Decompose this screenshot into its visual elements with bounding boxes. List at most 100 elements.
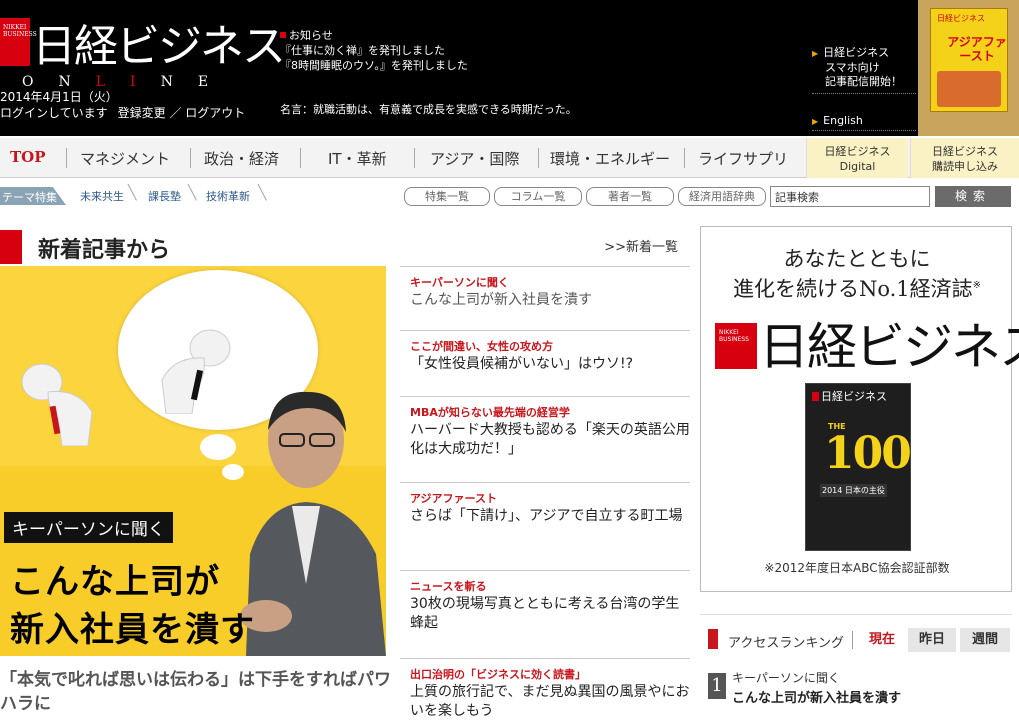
theme-link[interactable]: 未来共生 <box>80 188 124 204</box>
feature-list-button[interactable]: 特集一覧 <box>404 187 490 206</box>
bowing-figure <box>21 363 93 446</box>
magazine-ad[interactable]: あなたとともに 進化を続けるNo.1経済誌※ NIKKEI BUSINESS 日… <box>700 226 1019 592</box>
section-title: 新着記事から <box>38 238 171 263</box>
section-marker <box>0 230 22 264</box>
nav-management[interactable]: マネジメント <box>80 148 170 169</box>
ad-logo-mark-text: NIKKEI BUSINESS <box>719 329 749 343</box>
article-item[interactable]: MBAが知らない最先端の経営学 ハーバード大教授も認める「楽天の英語公用化は大成… <box>400 396 690 482</box>
notice-item[interactable]: 『8時間睡眠のウソ。』を発刊しました <box>280 58 468 73</box>
arrow-right-icon: ▶ <box>812 49 819 58</box>
subscribe-button[interactable]: 日経ビジネス 購読申し込み <box>910 138 1019 178</box>
article-title: さらば「下請け」、アジアで自立する町工場 <box>410 508 683 524</box>
nav-divider <box>684 148 685 168</box>
ad-copy: あなたとともに <box>783 247 931 271</box>
column-list-button[interactable]: コラム一覧 <box>494 187 582 206</box>
arrow-right-icon: ▶ <box>812 117 819 126</box>
article-category: アジアファースト <box>410 492 498 505</box>
article-title: 30枚の現場写真とともに考える台湾の学生蜂起 <box>410 596 680 631</box>
login-area: ログインしています 登録変更 ／ ログアウト <box>0 104 245 121</box>
glossary-button[interactable]: 経済用語辞典 <box>678 187 766 206</box>
book-title: アジアファースト <box>947 35 1007 63</box>
notice-item[interactable]: 『仕事に効く禅』を発刊しました <box>280 43 468 58</box>
promo-line: スマホ向け <box>825 61 880 74</box>
nav-environment[interactable]: 環境・エネルギー <box>550 148 670 169</box>
feature-lead[interactable]: 「本気で叱れば思いは伝わる」は下手をすればパワハラに <box>0 668 392 716</box>
article-list: キーパーソンに聞く こんな上司が新入社員を潰す ここが間違い、女性の攻め方 「女… <box>400 266 690 728</box>
ranking-category: キーパーソンに聞く <box>732 671 840 685</box>
article-category: MBAが知らない最先端の経営学 <box>410 406 570 419</box>
search-button[interactable]: 検索 <box>935 186 1011 207</box>
promo-line: 日経ビジネス <box>823 46 890 59</box>
notice-title: お知らせ <box>280 28 468 43</box>
smartphone-promo[interactable]: ▶ 日経ビジネス スマホ向け 記事配信開始！ <box>812 46 916 94</box>
article-item[interactable]: アジアファースト さらば「下請け」、アジアで自立する町工場 <box>400 482 690 570</box>
promo-line: 記事配信開始！ <box>825 75 902 88</box>
ranking-bar-icon <box>708 629 718 649</box>
feature-image[interactable]: キーパーソンに聞く こんな上司が 新入社員を潰す <box>0 266 386 656</box>
ad-logo: 日経ビジネス <box>759 318 1019 376</box>
bowing-figure <box>161 329 231 414</box>
notice-box: お知らせ 『仕事に効く禅』を発刊しました 『8時間睡眠のウソ。』を発刊しました … <box>280 28 577 116</box>
article-item[interactable]: 出口治明の「ビジネスに効く読書」 上質の旅行記で、まだ見ぬ異国の風景やにおいを楽… <box>400 658 690 728</box>
site-logo[interactable]: NIKKEI BUSINESS 日経ビジネス <box>0 14 286 74</box>
ranking-number: 1 <box>708 673 726 699</box>
english-link[interactable]: ▶ English <box>812 114 916 131</box>
nav-divider <box>190 148 191 168</box>
book-illustration <box>937 71 1001 107</box>
ad-copy-text: 進化を続けるNo.1経済誌 <box>732 277 973 301</box>
theme-label: テーマ特集 <box>0 187 66 205</box>
digital-label: 日経ビジネス <box>824 145 891 158</box>
divider <box>852 631 853 649</box>
logo-mark: NIKKEI BUSINESS <box>0 18 37 66</box>
site-header: NIKKEI BUSINESS 日経ビジネス ONLINE 2014年4月1日（… <box>0 0 1019 136</box>
account-links[interactable]: 登録変更 ／ ログアウト <box>118 106 246 120</box>
english-label: English <box>823 114 863 127</box>
article-item[interactable]: ここが間違い、女性の攻め方 「女性役員候補がいない」はウソ!? <box>400 330 690 396</box>
logo-name: 日経ビジネス <box>32 21 286 72</box>
ranking-title: こんな上司が新入社員を潰す <box>732 691 902 706</box>
article-title: 上質の旅行記で、まだ見ぬ異国の風景やにおいを楽しもう <box>410 684 690 719</box>
ranking-header: アクセスランキング 現在 昨日 週間 <box>700 625 1012 655</box>
magazine-year: 2014 日本の主役 <box>820 484 887 497</box>
online-letter: E <box>197 74 234 90</box>
nav-divider <box>300 148 301 168</box>
article-item[interactable]: ニュースを斬る 30枚の現場写真とともに考える台湾の学生蜂起 <box>400 570 690 658</box>
nav-top[interactable]: TOP <box>10 148 46 166</box>
sub-bar: テーマ特集 未来共生 ╲ 課長塾 ╲ 技術革新 ╲ 特集一覧 コラム一覧 著者一… <box>0 183 1019 209</box>
nav-lifesupply[interactable]: ライフサプリ <box>698 148 788 169</box>
article-category: 出口治明の「ビジネスに効く読書」 <box>410 668 586 681</box>
article-category: ここが間違い、女性の攻め方 <box>410 340 553 353</box>
article-title: 「女性役員候補がいない」はウソ!? <box>410 356 634 372</box>
digital-button[interactable]: 日経ビジネス Digital <box>806 138 908 178</box>
ranking-item[interactable]: 1 キーパーソンに聞く こんな上司が新入社員を潰す <box>700 669 1012 709</box>
nav-divider <box>538 148 539 168</box>
login-status: ログインしています <box>0 106 108 120</box>
search-input[interactable] <box>770 186 930 207</box>
magazine-title: 日経ビジネス <box>812 388 887 404</box>
nav-divider <box>414 148 415 168</box>
book-banner[interactable]: 日経ビジネス アジアファースト <box>918 0 1019 136</box>
article-title: こんな上司が新入社員を潰す <box>410 292 592 308</box>
digital-sublabel: Digital <box>839 160 876 173</box>
author-list-button[interactable]: 著者一覧 <box>586 187 674 206</box>
tab-weekly[interactable]: 週間 <box>960 628 1010 652</box>
article-item[interactable]: キーパーソンに聞く こんな上司が新入社員を潰す <box>400 266 690 330</box>
feature-headline: こんな上司が <box>10 562 220 602</box>
nav-asia[interactable]: アジア・国際 <box>430 148 519 169</box>
theme-link[interactable]: 課長塾 <box>148 188 181 204</box>
ad-logo-mark: NIKKEI BUSINESS <box>715 323 757 369</box>
nav-politics-economy[interactable]: 政治・経済 <box>204 148 279 169</box>
tab-yesterday[interactable]: 昨日 <box>908 628 956 652</box>
subscribe-label: 日経ビジネス <box>932 145 998 158</box>
article-category: ニュースを斬る <box>410 580 487 593</box>
nav-it[interactable]: IT・革新 <box>328 148 387 169</box>
tab-current[interactable]: 現在 <box>860 628 904 652</box>
more-link[interactable]: >>新着一覧 <box>604 236 678 255</box>
ad-copy: 進化を続けるNo.1経済誌※ <box>701 273 1013 303</box>
subscribe-sublabel: 購読申し込み <box>932 160 998 173</box>
current-date: 2014年4月1日（火） <box>0 90 118 104</box>
theme-link[interactable]: 技術革新 <box>206 188 250 204</box>
maxim-text[interactable]: 名言：就職活動は、有意義で成長を実感できる時期だった。 <box>280 102 577 117</box>
nav-divider <box>66 148 67 168</box>
book-label: 日経ビジネス <box>937 14 985 23</box>
